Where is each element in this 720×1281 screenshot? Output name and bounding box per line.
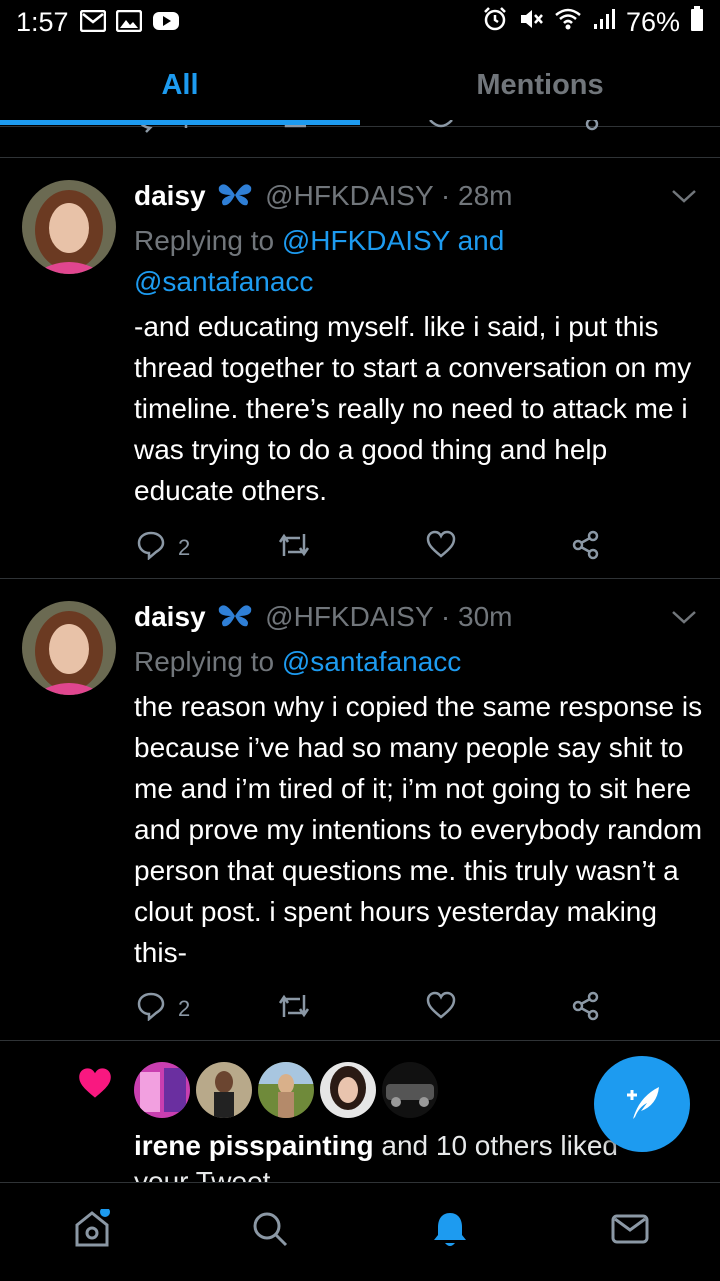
notification-tabs: All Mentions bbox=[0, 44, 720, 127]
chevron-down-icon[interactable] bbox=[670, 607, 698, 632]
divider bbox=[0, 1040, 720, 1041]
user-handle: @HFKDAISY bbox=[265, 601, 434, 632]
tweet-text: the reason why i copied the same respons… bbox=[134, 691, 703, 968]
share-icon[interactable] bbox=[571, 530, 601, 560]
compose-feather-icon bbox=[617, 1077, 667, 1132]
wifi-icon bbox=[554, 7, 582, 38]
liker-name[interactable]: irene pisspainting bbox=[134, 1130, 374, 1161]
tweet-time: · 30m bbox=[440, 601, 513, 632]
reply-icon bbox=[136, 991, 166, 1027]
signal-icon bbox=[592, 7, 616, 38]
retweet-icon[interactable] bbox=[276, 530, 312, 560]
user-handle: @HFKDAISY bbox=[265, 180, 434, 211]
mute-icon bbox=[518, 6, 544, 39]
liked-summary: and 10 others liked bbox=[373, 1130, 618, 1161]
notifications-icon[interactable] bbox=[430, 1209, 470, 1254]
share-icon[interactable] bbox=[571, 991, 601, 1021]
bottom-nav bbox=[0, 1182, 720, 1281]
gmail-icon bbox=[79, 9, 107, 37]
reply-button[interactable]: 2 bbox=[136, 530, 190, 566]
gallery-icon bbox=[115, 9, 143, 37]
divider bbox=[0, 157, 720, 158]
display-name[interactable]: daisy bbox=[134, 601, 206, 632]
heart-icon bbox=[76, 1066, 114, 1105]
like-icon[interactable] bbox=[426, 991, 456, 1019]
divider bbox=[0, 578, 720, 579]
tab-mentions[interactable]: Mentions bbox=[360, 44, 720, 126]
tab-indicator bbox=[0, 120, 360, 125]
liker-avatar[interactable] bbox=[320, 1062, 376, 1118]
tweet-text: -and educating myself. like i said, i pu… bbox=[134, 311, 692, 506]
search-icon[interactable] bbox=[250, 1209, 290, 1254]
tab-all[interactable]: All bbox=[0, 44, 360, 126]
butterfly-emoji-icon bbox=[213, 180, 265, 211]
mention-link[interactable]: @santafanacc bbox=[134, 266, 313, 297]
battery-icon bbox=[690, 6, 704, 39]
display-name[interactable]: daisy bbox=[134, 180, 206, 211]
messages-icon[interactable] bbox=[610, 1209, 650, 1254]
avatar[interactable] bbox=[22, 180, 116, 274]
liker-avatar[interactable] bbox=[134, 1062, 190, 1118]
like-icon[interactable] bbox=[426, 530, 456, 558]
replying-to-label: Replying to bbox=[134, 225, 282, 256]
status-time: 1:57 bbox=[16, 7, 69, 37]
chevron-down-icon[interactable] bbox=[670, 186, 698, 211]
liker-avatar[interactable] bbox=[382, 1062, 438, 1118]
home-icon[interactable] bbox=[72, 1207, 112, 1254]
liker-avatar[interactable] bbox=[258, 1062, 314, 1118]
reply-count: 2 bbox=[178, 535, 191, 560]
reply-icon bbox=[136, 530, 166, 566]
avatar[interactable] bbox=[22, 601, 116, 695]
reply-count: 2 bbox=[178, 996, 191, 1021]
liker-avatar[interactable] bbox=[196, 1062, 252, 1118]
alarm-icon bbox=[482, 6, 508, 39]
butterfly-emoji-icon bbox=[213, 601, 265, 632]
battery-text: 76% bbox=[625, 7, 680, 37]
reply-button[interactable]: 2 bbox=[136, 991, 190, 1027]
youtube-icon bbox=[152, 10, 180, 37]
tweet-time: · 28m bbox=[440, 180, 513, 211]
mention-link[interactable]: @HFKDAISY and bbox=[282, 225, 504, 256]
retweet-icon[interactable] bbox=[276, 991, 312, 1021]
mention-link[interactable]: @santafanacc bbox=[282, 646, 461, 677]
status-bar: 1:57 76% bbox=[0, 0, 720, 44]
compose-tweet-button[interactable] bbox=[594, 1056, 690, 1152]
liked-subtext: your Tweet bbox=[134, 1166, 271, 1182]
replying-to-label: Replying to bbox=[134, 646, 282, 677]
